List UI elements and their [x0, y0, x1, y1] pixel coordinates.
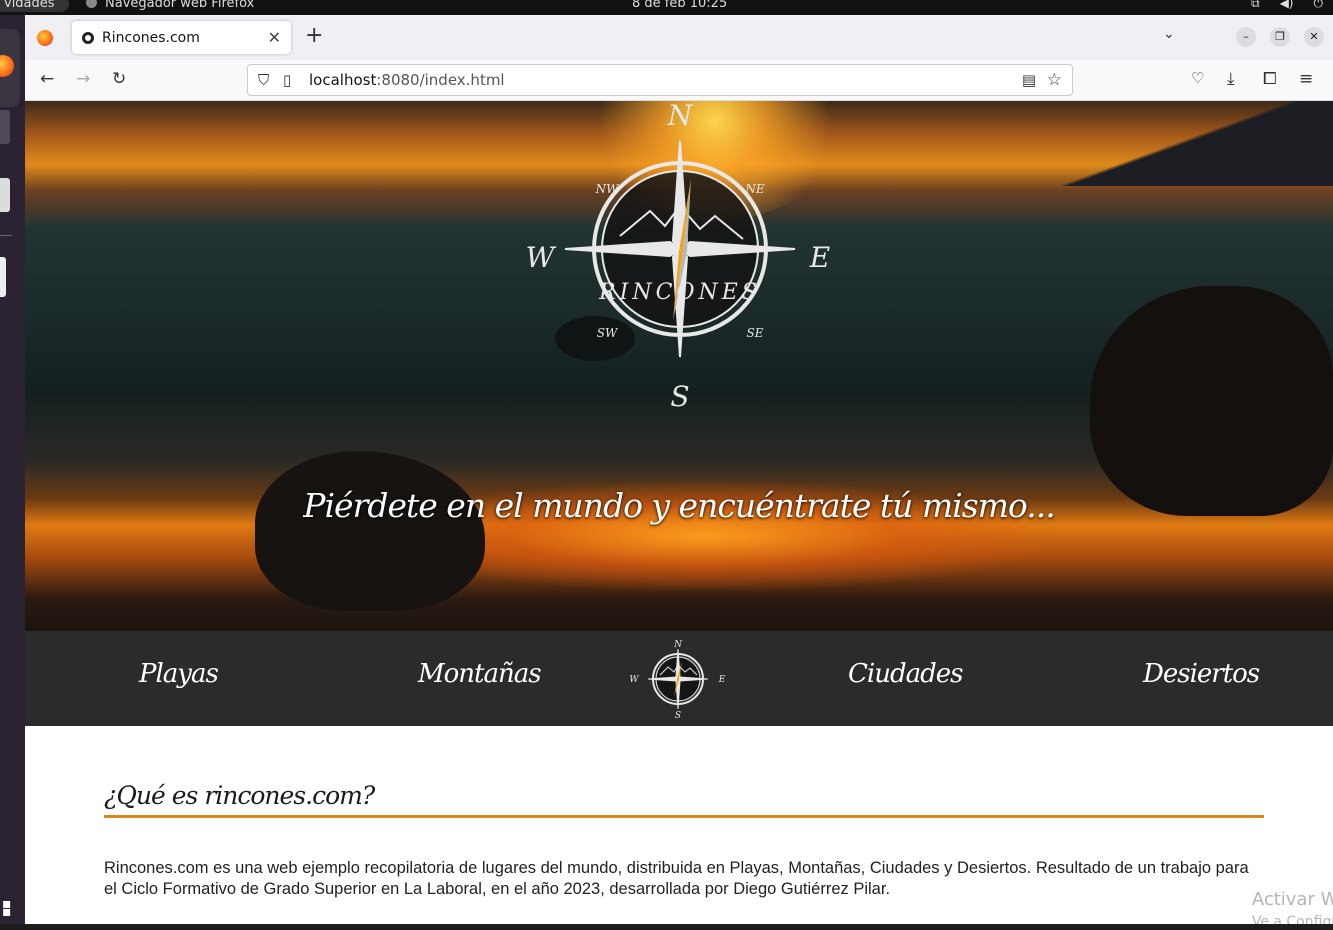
dock-app-item[interactable] [0, 257, 6, 297]
url-path: :8080/index.html [376, 71, 505, 89]
tracking-shield-icon[interactable]: ⛉ [258, 65, 269, 95]
page-info-icon[interactable]: ▯ [283, 65, 291, 95]
reader-view-icon[interactable]: ▤ [1022, 65, 1036, 95]
menu-compass-north: N [673, 640, 683, 650]
tab-title: Rincones.com [102, 29, 200, 46]
hero-banner: N S E W NW NE SW SE RINCONES Piérdete en… [25, 101, 1333, 631]
menu-compass-logo[interactable]: N S E W [628, 639, 728, 719]
new-tab-button[interactable]: + [305, 23, 323, 48]
hero-slogan: Piérdete en el mundo y encuéntrate tú mi… [303, 486, 1055, 525]
network-icon: ⧉ [1251, 0, 1260, 10]
minimize-button[interactable]: – [1236, 27, 1256, 47]
compass-east: E [809, 241, 830, 274]
tab-bar: Rincones.com ✕ + ⌄ – ❐ ✕ [25, 15, 1333, 60]
watermark-line-2: Ve a Configu [1251, 914, 1333, 924]
maximize-button[interactable]: ❐ [1270, 27, 1290, 47]
compass-north: N [667, 101, 694, 132]
dock-app-item[interactable] [0, 110, 10, 144]
pocket-icon[interactable]: ♡ [1191, 69, 1204, 87]
rock-right [1090, 286, 1333, 516]
dock-app-item[interactable] [0, 178, 10, 212]
back-arrow-icon[interactable]: ← [40, 69, 54, 89]
compass-northeast: NE [744, 182, 765, 196]
system-top-bar: vidades Navegador web Firefox 8 de feb 1… [0, 0, 1333, 15]
navigation-toolbar: ← → ↻ ⛉ ▯ localhost:8080/index.html ▤ ☆ … [25, 60, 1333, 101]
power-icon: ⏻ [1313, 0, 1324, 10]
browser-window: Rincones.com ✕ + ⌄ – ❐ ✕ ← → ↻ ⛉ ▯ local… [25, 15, 1333, 924]
compass-southwest: SW [597, 326, 619, 340]
volume-icon: ◀) [1279, 0, 1294, 10]
url-host: localhost [309, 71, 377, 89]
favicon-icon [82, 31, 94, 44]
background-hill [1035, 101, 1333, 186]
active-app-label[interactable]: Navegador web Firefox [86, 0, 254, 12]
menu-item-ciudades[interactable]: Ciudades [848, 659, 963, 689]
dock-separator [0, 235, 12, 236]
menu-hamburger-icon[interactable]: ≡ [1299, 69, 1313, 89]
menu-compass-east: E [718, 675, 726, 685]
menu-compass-west: W [629, 675, 639, 685]
compass-southeast: SE [747, 326, 764, 340]
menu-item-desiertos[interactable]: Desiertos [1143, 659, 1260, 689]
menu-item-playas[interactable]: Playas [139, 659, 219, 689]
category-menu: Playas Montañas N S E W Ciudades Desiert… [25, 631, 1333, 726]
activities-button[interactable]: vidades [0, 0, 69, 12]
about-title: ¿Qué es rincones.com? [104, 781, 1264, 818]
reload-icon[interactable]: ↻ [112, 69, 126, 89]
about-text: Rincones.com es una web ejemplo recopila… [104, 859, 1249, 898]
menu-compass-south: S [675, 711, 681, 719]
close-window-button[interactable]: ✕ [1304, 27, 1324, 47]
rock-left [255, 451, 485, 611]
dock: ▪ ▪ [0, 15, 25, 924]
compass-south: S [670, 380, 689, 411]
show-apps-icon[interactable]: ▪ ▪ [2, 897, 12, 930]
extensions-icon[interactable]: ⧠ [1263, 69, 1277, 89]
dock-firefox[interactable] [0, 29, 20, 107]
about-section: ¿Qué es rincones.com? Rincones.com es un… [104, 781, 1264, 900]
tab-rincones[interactable]: Rincones.com ✕ [72, 21, 291, 54]
rincones-compass-logo: N S E W NW NE SW SE RINCONES [526, 101, 831, 411]
close-tab-icon[interactable]: ✕ [268, 28, 281, 47]
compass-west: W [526, 241, 557, 274]
menu-item-montanas[interactable]: Montañas [418, 659, 542, 689]
compass-northwest: NW [595, 182, 621, 196]
firefox-icon [0, 55, 14, 77]
downloads-icon[interactable]: ⤓ [1227, 69, 1235, 89]
watermark-line-1: Activar Wi [1251, 889, 1333, 910]
url-bar[interactable]: ⛉ ▯ localhost:8080/index.html ▤ ☆ [247, 64, 1073, 96]
url-text[interactable]: localhost:8080/index.html [309, 65, 505, 95]
page-content: N S E W NW NE SW SE RINCONES Piérdete en… [25, 101, 1333, 924]
activation-watermark: Activar Wi Ve a Configu [1252, 889, 1333, 924]
compass-brand: RINCONES [598, 280, 761, 305]
firefox-view-icon[interactable] [37, 30, 53, 46]
list-tabs-chevron-icon[interactable]: ⌄ [1163, 26, 1175, 42]
bookmark-star-icon[interactable]: ☆ [1047, 65, 1062, 95]
forward-arrow-icon[interactable]: → [76, 69, 90, 89]
system-tray[interactable]: ⧉ ◀) ⏻ [1251, 0, 1323, 11]
clock[interactable]: 8 de feb 10:25 [632, 0, 727, 12]
